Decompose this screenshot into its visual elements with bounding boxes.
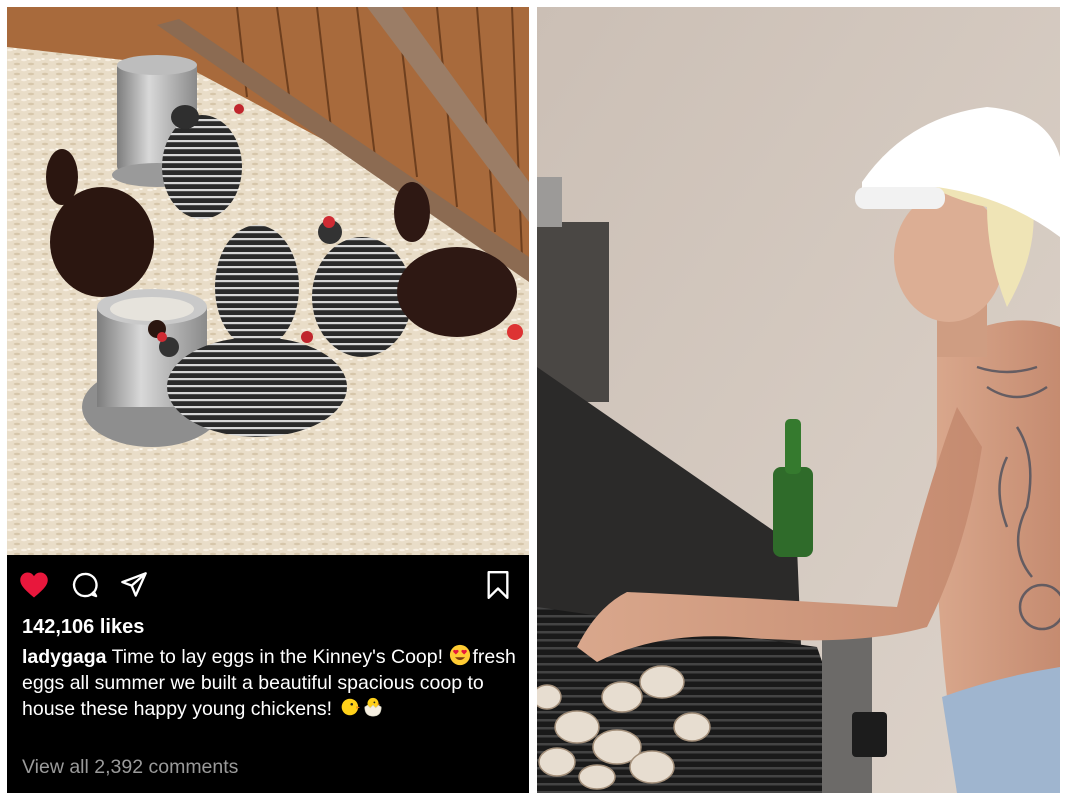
caption-username[interactable]: ladygaga [22,646,107,668]
comment-icon[interactable] [70,571,100,599]
bookmark-icon[interactable] [485,571,511,599]
view-all-comments-link[interactable]: View all 2,392 comments [22,756,238,779]
caption-text-part1: Time to lay eggs in the Kinney's Coop! [106,646,449,668]
instagram-post: 142,106 likes ladygaga Time to lay eggs … [7,7,529,793]
hatching-chick-emoji-icon [364,697,382,717]
post-caption: ladygaga Time to lay eggs in the Kinney'… [22,644,517,722]
heart-icon[interactable] [19,571,49,599]
share-icon[interactable] [119,571,149,599]
grilling-photo-panel [537,7,1060,793]
baby-chick-emoji-icon [342,698,361,716]
likes-count[interactable]: 142,106 likes [22,616,144,639]
grilling-photo [537,7,1060,793]
chicken-coop-photo [7,7,529,555]
heart-eyes-emoji-icon [450,644,471,666]
post-footer: 142,106 likes ladygaga Time to lay eggs … [7,555,529,793]
